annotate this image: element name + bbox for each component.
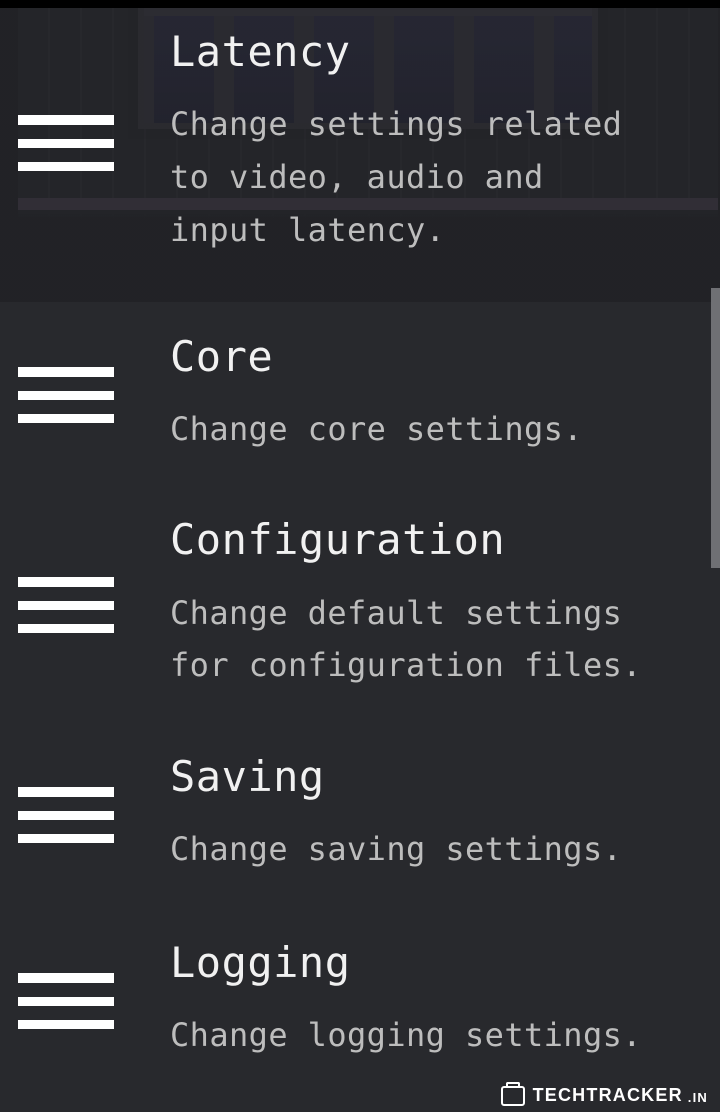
- settings-item-text: Logging Change logging settings.: [170, 941, 686, 1062]
- menu-icon: [18, 787, 114, 843]
- watermark-icon: [501, 1086, 525, 1106]
- watermark: TECHTRACKER .IN: [501, 1085, 708, 1106]
- settings-item-title: Configuration: [170, 518, 646, 562]
- settings-item-desc: Change core settings.: [170, 403, 646, 456]
- settings-item-text: Latency Change settings related to video…: [170, 30, 686, 256]
- watermark-text: TECHTRACKER: [533, 1085, 683, 1106]
- settings-item-text: Saving Change saving settings.: [170, 755, 686, 876]
- status-bar: [0, 0, 720, 8]
- settings-item-text: Configuration Change default settings fo…: [170, 518, 686, 692]
- scrollbar-thumb[interactable]: [711, 288, 720, 568]
- menu-icon: [18, 115, 114, 171]
- settings-item-desc: Change logging settings.: [170, 1009, 646, 1062]
- settings-item-core[interactable]: Core Change core settings.: [0, 302, 720, 488]
- settings-item-desc: Change default settings for configuratio…: [170, 587, 646, 693]
- menu-icon: [18, 367, 114, 423]
- settings-list: Latency Change settings related to video…: [0, 8, 720, 1094]
- settings-item-saving[interactable]: Saving Change saving settings.: [0, 722, 720, 908]
- settings-item-desc: Change saving settings.: [170, 823, 646, 876]
- watermark-suffix: .IN: [688, 1090, 708, 1105]
- menu-icon: [18, 973, 114, 1029]
- settings-item-desc: Change settings related to video, audio …: [170, 98, 646, 256]
- settings-item-title: Saving: [170, 755, 646, 799]
- settings-item-title: Logging: [170, 941, 646, 985]
- settings-item-latency[interactable]: Latency Change settings related to video…: [0, 8, 720, 302]
- settings-item-configuration[interactable]: Configuration Change default settings fo…: [0, 488, 720, 722]
- menu-icon: [18, 577, 114, 633]
- settings-item-logging[interactable]: Logging Change logging settings.: [0, 908, 720, 1094]
- settings-item-title: Latency: [170, 30, 646, 74]
- settings-item-text: Core Change core settings.: [170, 335, 686, 456]
- settings-item-title: Core: [170, 335, 646, 379]
